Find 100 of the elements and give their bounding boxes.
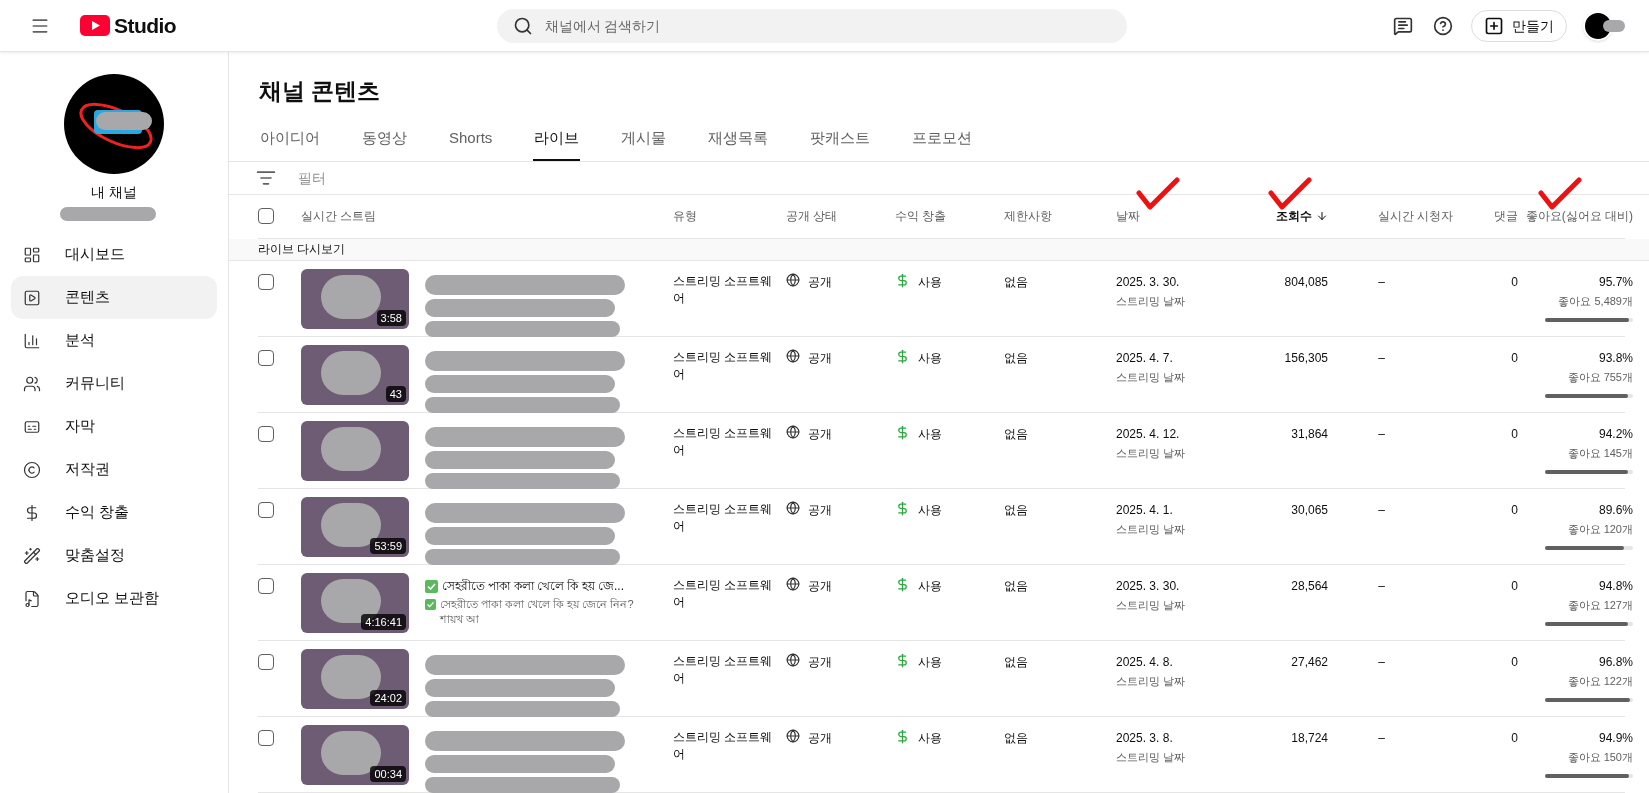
row-checkbox[interactable] xyxy=(258,350,274,366)
live-viewers: – xyxy=(1378,654,1385,671)
search-field[interactable]: 채널에서 검색하기 xyxy=(496,8,1127,43)
stream-type: 스트리밍 소프트웨어 xyxy=(673,653,774,687)
row-checkbox[interactable] xyxy=(258,578,274,594)
photo-placeholder[interactable]: 3:58 xyxy=(301,269,409,329)
column-header[interactable]: 날짜 xyxy=(1116,207,1140,225)
row-checkbox[interactable] xyxy=(258,654,274,670)
photo-placeholder[interactable]: 4:16:41 xyxy=(301,573,409,633)
column-header[interactable]: 유형 xyxy=(673,207,697,225)
like-ratio: 89.6% xyxy=(1598,502,1633,519)
date-text: 2025. 3. 30. xyxy=(1116,274,1181,291)
monetization-text: 사용 xyxy=(918,730,942,747)
comments-count: 0 xyxy=(1511,350,1518,367)
sidebar-item[interactable]: 커뮤니티 xyxy=(11,362,217,405)
select-all-checkbox[interactable] xyxy=(258,208,274,224)
visibility-text: 공개 xyxy=(808,730,832,747)
monetization-text: 사용 xyxy=(918,502,942,519)
row-checkbox[interactable] xyxy=(258,730,274,746)
help-icon xyxy=(1433,15,1453,36)
sidebar-item[interactable]: 오디오 보관함 xyxy=(11,577,217,620)
views-count: 18,724 xyxy=(1291,730,1328,747)
row-checkbox[interactable] xyxy=(258,502,274,518)
like-ratio: 96.8% xyxy=(1598,654,1633,671)
date-label: 스트리밍 날짜 xyxy=(1116,598,1187,613)
tab[interactable]: 팟캐스트 xyxy=(809,126,872,161)
globe-icon xyxy=(786,501,800,515)
like-ratio: 94.2% xyxy=(1598,426,1633,443)
comments-count: 0 xyxy=(1511,426,1518,443)
row-checkbox[interactable] xyxy=(258,274,274,290)
column-header[interactable]: 실시간 시청자 xyxy=(1377,207,1453,225)
row-checkbox[interactable] xyxy=(258,426,274,442)
redaction-mark xyxy=(1603,19,1625,32)
globe-icon xyxy=(786,729,800,743)
globe-icon xyxy=(786,349,800,363)
column-header[interactable]: 공개 상태 xyxy=(786,207,838,225)
column-header[interactable]: 수익 창출 xyxy=(895,207,947,225)
views-count: 30,065 xyxy=(1291,502,1328,519)
views-count: 804,085 xyxy=(1284,274,1328,291)
likes-count: 좋아요 122개 xyxy=(1567,674,1633,689)
likes-count: 좋아요 150개 xyxy=(1567,750,1633,765)
tab[interactable]: 재생목록 xyxy=(707,126,770,161)
visibility-text: 공개 xyxy=(808,274,832,291)
sidebar-item[interactable]: 저작권 xyxy=(11,448,217,491)
sidebar-item[interactable]: 자막 xyxy=(11,405,217,448)
search-icon xyxy=(512,15,533,36)
dollar-icon xyxy=(895,501,910,516)
tab[interactable]: 프로모션 xyxy=(911,126,974,161)
filter-field[interactable]: 필터 xyxy=(298,167,1622,188)
photo-placeholder[interactable]: 24:02 xyxy=(301,649,409,709)
stream-type: 스트리밍 소프트웨어 xyxy=(673,349,774,383)
sidebar-item[interactable]: 대시보드 xyxy=(11,233,217,276)
comments-count: 0 xyxy=(1511,654,1518,671)
date-text: 2025. 3. 8. xyxy=(1116,730,1174,747)
monetization-text: 사용 xyxy=(918,350,942,367)
column-header[interactable]: 조회수 xyxy=(1276,207,1328,225)
date-label: 스트리밍 날짜 xyxy=(1116,446,1187,461)
restriction-text: 없음 xyxy=(1004,427,1028,441)
column-header[interactable]: 좋아요(싫어요 대비) xyxy=(1525,207,1633,225)
logo-icon xyxy=(80,15,110,36)
stream-type: 스트리밍 소프트웨어 xyxy=(673,729,774,763)
visibility-text: 공개 xyxy=(808,350,832,367)
globe-icon xyxy=(786,273,800,287)
sidebar-item[interactable]: 콘텐츠 xyxy=(11,276,217,319)
sidebar-item[interactable]: 수익 창출 xyxy=(11,491,217,534)
column-header[interactable]: 댓글 xyxy=(1494,207,1518,225)
check-box-icon xyxy=(425,579,438,593)
photo-placeholder[interactable]: 43 xyxy=(301,345,409,405)
column-header[interactable]: 제한사항 xyxy=(1004,207,1052,225)
video-title[interactable]: সেহরীতে পাকা কলা খেলে কি হয় জে... xyxy=(442,577,624,595)
tab[interactable]: 동영상 xyxy=(361,126,408,161)
tab[interactable]: 게시물 xyxy=(620,126,668,161)
photo-placeholder[interactable] xyxy=(301,421,409,481)
play-square-icon xyxy=(23,288,41,307)
tab[interactable]: 아이디어 xyxy=(259,126,321,161)
feedback-icon xyxy=(1393,15,1413,36)
date-label: 스트리밍 날짜 xyxy=(1116,674,1187,689)
photo-placeholder[interactable]: 53:59 xyxy=(301,497,409,557)
bar-chart-icon xyxy=(23,331,41,350)
sidebar-item[interactable]: 분석 xyxy=(11,319,217,362)
column-header[interactable]: 실시간 스트림 xyxy=(301,207,377,225)
visibility-text: 공개 xyxy=(808,426,832,443)
group-heading: 라이브 다시보기 xyxy=(258,241,346,259)
duration-label: 3:58 xyxy=(376,309,406,326)
music-note-icon xyxy=(23,589,41,608)
tab[interactable]: Shorts xyxy=(448,126,494,161)
views-count: 28,564 xyxy=(1291,578,1328,595)
avatar[interactable] xyxy=(1583,10,1613,41)
restriction-text: 없음 xyxy=(1004,655,1028,669)
globe-icon xyxy=(786,653,800,667)
photo-placeholder[interactable]: 00:34 xyxy=(301,725,409,785)
sidebar-item[interactable]: 맞춤설정 xyxy=(11,534,217,577)
magic-wand-icon xyxy=(23,546,41,565)
date-text: 2025. 4. 7. xyxy=(1116,350,1174,367)
tab[interactable]: 라이브 xyxy=(533,126,581,161)
redaction-mark xyxy=(321,351,381,395)
restriction-text: 없음 xyxy=(1004,275,1028,289)
stream-type: 스트리밍 소프트웨어 xyxy=(673,273,774,307)
like-ratio: 95.7% xyxy=(1598,274,1633,291)
comments-count: 0 xyxy=(1511,502,1518,519)
